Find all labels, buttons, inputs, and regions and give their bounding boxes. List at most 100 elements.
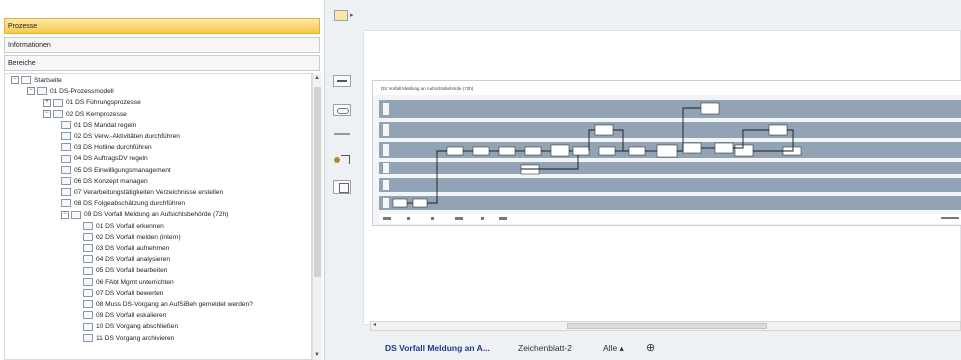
tree-scrollbar[interactable]: ▲ ▼ <box>312 73 322 360</box>
page-icon <box>61 165 71 174</box>
tree-item-label: 09 DS Vorfall Meldung an Aufsichtsbehörd… <box>84 211 229 219</box>
tree-item-label: Startseite <box>34 77 62 84</box>
add-page-icon[interactable]: ⊕ <box>646 338 655 358</box>
tree-item[interactable]: − 01 DS-Prozessmodell <box>27 87 114 97</box>
swimlane-5 <box>379 178 961 192</box>
collapse-icon[interactable]: − <box>43 109 51 118</box>
tree-item-label: 08 DS Folgeabschätzung durchführen <box>74 200 186 208</box>
tree-item-label: 05 DS Vorfall bearbeiten <box>96 267 168 275</box>
tree-item-label: 07 DS Vorfall bewerten <box>96 289 164 297</box>
page-icon <box>83 221 93 230</box>
tree-item[interactable]: 10 DS Vorgang abschließen <box>83 322 178 332</box>
page-icon <box>83 277 93 286</box>
tree-item[interactable]: 08 DS Folgeabschätzung durchführen <box>61 199 185 209</box>
diagram-title: DS Vorfall Meldung an Aufsichtsbehörde (… <box>381 86 474 91</box>
page-icon <box>83 244 93 253</box>
tree-item[interactable]: 03 DS Vorfall aufnehmen <box>83 244 169 254</box>
section-bereiche[interactable]: Bereiche <box>4 55 320 71</box>
swimlane-2 <box>379 122 961 138</box>
page-icon <box>21 76 31 85</box>
page-icon <box>61 154 71 163</box>
tree-item[interactable]: 03 DS Hotline durchführen <box>61 143 152 153</box>
tree-item-label: 05 DS Einwilligungsmanagement <box>74 166 171 174</box>
scroll-up-icon[interactable]: ▲ <box>314 75 320 81</box>
tree-item-label: 01 DS Mandat regeln <box>74 121 137 129</box>
tree-item[interactable]: 05 DS Vorfall bearbeiten <box>83 266 167 276</box>
shape-tool-icon[interactable] <box>333 104 351 116</box>
tree-item[interactable]: 02 DS Verw.-Aktivitäten durchführen <box>61 132 180 142</box>
tab-ds-vorfall[interactable]: DS Vorfall Meldung an A... <box>385 338 490 358</box>
tree-item[interactable]: 04 DS AuftragsDV regeln <box>61 154 148 164</box>
tree-scroll-thumb[interactable] <box>314 87 321 277</box>
tree-item-label: 02 DS Kernprozesse <box>66 110 127 118</box>
tree-item[interactable]: 11 DS Vorgang archivieren <box>83 333 175 344</box>
page-icon <box>83 300 93 309</box>
separator-icon <box>334 133 350 135</box>
tab-alle[interactable]: Alle ▴ <box>603 338 624 358</box>
page-icon <box>83 322 93 331</box>
tree-item-label: 01 DS-Prozessmodell <box>50 88 114 96</box>
page-icon <box>83 255 93 264</box>
line-tool-icon[interactable] <box>333 75 351 87</box>
page-icon <box>83 266 93 275</box>
page-icon <box>61 177 71 186</box>
tree-item-label: 02 DS Verw.-Aktivitäten durchführen <box>74 133 180 140</box>
swimlane-4 <box>379 162 961 174</box>
tree-item[interactable]: +01 DS Führungsprozesse <box>43 98 141 108</box>
swimlane-1 <box>379 100 961 118</box>
tree-item[interactable]: 04 DS Vorfall analysieren <box>83 255 170 265</box>
page-icon <box>37 87 47 96</box>
process-tree: − Startseite − 01 DS-Prozessmodell +01 DS Fü… <box>4 73 312 360</box>
tree-item[interactable]: − Startseite <box>11 76 62 86</box>
tree-item[interactable]: 01 DS Vorfall erkennen <box>83 221 164 232</box>
tab-zeichenblatt-2[interactable]: Zeichenblatt-2 <box>518 338 572 358</box>
tree-item[interactable]: 05 DS Einwilligungsmanagement <box>61 165 171 176</box>
tree-item[interactable]: − 02 DS Kernprozesse <box>43 109 127 120</box>
scroll-down-icon[interactable]: ▼ <box>314 352 320 358</box>
section-prozesse[interactable]: Prozesse <box>4 18 320 34</box>
page-tool-icon[interactable] <box>333 180 351 194</box>
collapse-icon[interactable]: − <box>27 87 35 96</box>
tree-item-label: 06 DS Konzept managen <box>74 177 148 185</box>
tree-item[interactable]: 07 Verarbeitungstätigkeiten Verzeichniss… <box>61 188 223 198</box>
page-icon <box>53 109 63 118</box>
swimlane-6 <box>379 196 961 210</box>
tree-item[interactable]: 02 DS Vorfall melden (intern) <box>83 233 181 243</box>
page-icon <box>83 289 93 298</box>
page-icon <box>53 98 63 107</box>
scroll-left-icon[interactable]: ◂ <box>373 321 376 328</box>
drawing-canvas[interactable]: DS Vorfall Meldung an Aufsichtsbehörde (… <box>363 30 961 325</box>
page-menu-icon[interactable] <box>334 10 348 21</box>
tree-item-label: 01 DS Vorfall erkennen <box>96 222 164 230</box>
tree-item[interactable]: 09 DS Vorfall eskalieren <box>83 311 166 321</box>
tree-item[interactable]: 07 DS Vorfall bewerten <box>83 289 163 299</box>
tree-item[interactable]: 06 FAbt Mgmt unterrichten <box>83 277 174 288</box>
connector-tool-icon[interactable] <box>333 154 351 166</box>
tree-item-label: 03 DS Hotline durchführen <box>74 144 152 152</box>
section-informationen[interactable]: Informationen <box>4 37 320 53</box>
collapse-icon[interactable]: − <box>11 76 19 85</box>
page-icon <box>61 188 71 197</box>
top-toolbar: ▸ <box>328 0 961 30</box>
tree-item-label: 11 DS Vorgang archivieren <box>96 334 175 342</box>
page-icon <box>61 121 71 130</box>
page-icon <box>83 311 93 320</box>
tree-item-label: 10 DS Vorgang abschließen <box>96 323 179 331</box>
tree-item-label: 04 DS AuftragsDV regeln <box>74 155 148 163</box>
canvas-hscrollbar[interactable]: ◂ <box>370 321 961 331</box>
menu-arrow-icon[interactable]: ▸ <box>350 11 354 19</box>
page-icon <box>83 233 93 242</box>
process-diagram[interactable]: DS Vorfall Meldung an Aufsichtsbehörde (… <box>372 80 961 226</box>
tree-item[interactable]: 06 DS Konzept managen <box>61 177 148 187</box>
tree-item-label: 03 DS Vorfall aufnehmen <box>96 245 170 252</box>
expand-icon[interactable]: + <box>43 98 51 107</box>
tree-item-label: 07 Verarbeitungstätigkeiten Verzeichniss… <box>74 189 224 196</box>
tree-item-label: 06 FAbt Mgmt unterrichten <box>96 278 174 286</box>
page-icon <box>83 333 93 342</box>
tree-item[interactable]: 01 DS Mandat regeln <box>61 121 136 131</box>
page-icon <box>61 199 71 208</box>
tree-item[interactable]: 08 Muss DS-Vorgang an AufSiBeh gemeldet … <box>83 300 253 310</box>
canvas-scroll-thumb[interactable] <box>567 323 767 329</box>
collapse-icon[interactable]: − <box>61 210 69 219</box>
tree-item[interactable]: − 09 DS Vorfall Meldung an Aufsichtsbehör… <box>61 210 228 220</box>
